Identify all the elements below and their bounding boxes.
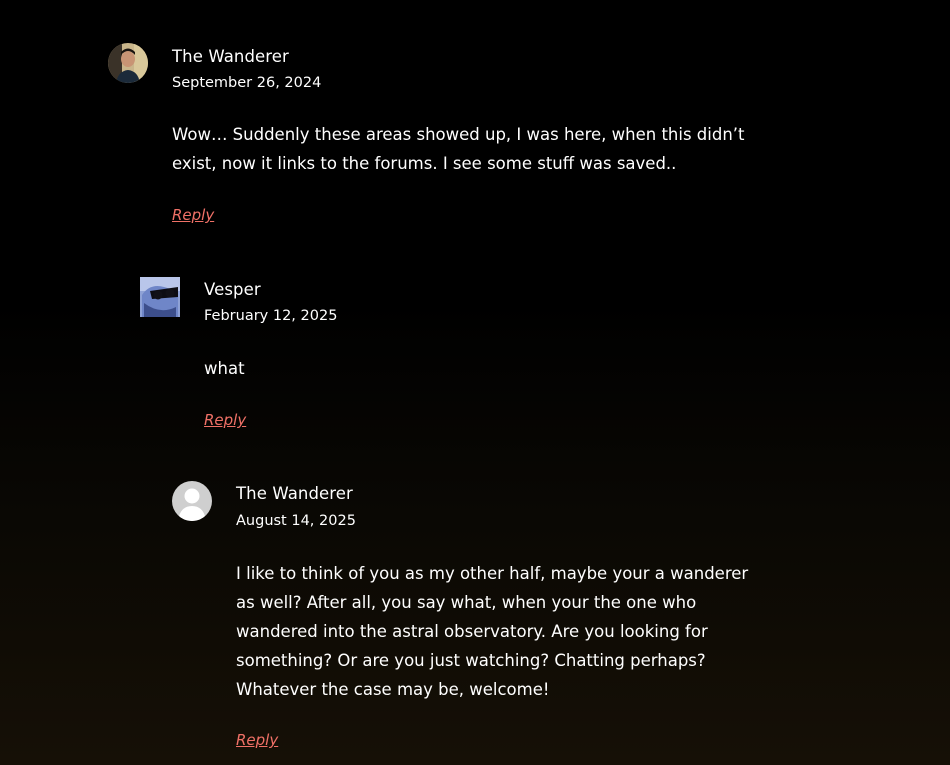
comment-body-line: Wow… Suddenly these areas showed up, I w… [172,125,745,144]
comment-author: The Wanderer [172,47,289,66]
comment-body-line: Whatever the case may be, welcome! [236,680,550,699]
comment-date: August 14, 2025 [236,513,356,529]
comment-author: The Wanderer [236,484,353,503]
reply-link[interactable]: Reply [204,411,246,429]
comment-body-line: something? Or are you just watching? Cha… [236,651,706,670]
comment: The Wanderer August 14, 2025 I like to t… [172,481,812,765]
comment-body: Wow… Suddenly these areas showed up, I w… [172,120,745,178]
avatar [140,277,180,317]
comment: The Wanderer September 26, 2024 Wow… Sud… [108,43,748,233]
comment-body-line: what [204,359,245,378]
comment-body-line: exist, now it links to the forums. I see… [172,154,677,173]
comment-date: September 26, 2024 [172,75,322,91]
comment-body-line: wandered into the astral observatory. Ar… [236,622,708,641]
reply-link[interactable]: Reply [172,206,214,224]
comment-body: I like to think of you as my other half,… [236,559,748,704]
avatar [172,481,212,521]
comment-author: Vesper [204,280,261,299]
comment-body: what [204,354,245,383]
comment-date: February 12, 2025 [204,308,338,324]
reply-link[interactable]: Reply [236,731,278,749]
comment-body-line: I like to think of you as my other half,… [236,564,749,583]
comment-body-line: as well? After all, you say what, when y… [236,593,697,612]
comment: Vesper February 12, 2025 what Reply [140,277,780,437]
avatar [108,43,148,83]
